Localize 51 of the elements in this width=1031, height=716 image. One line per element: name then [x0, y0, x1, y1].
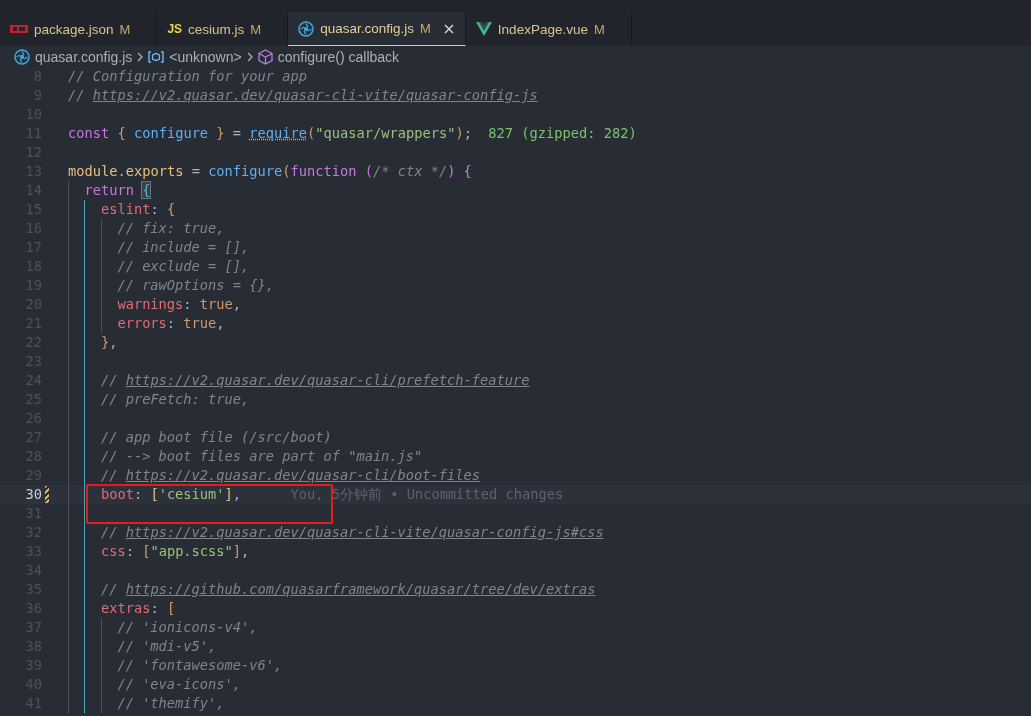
v-logo-icon	[475, 22, 492, 36]
code-line: // 'fontawesome-v6',	[117, 656, 283, 675]
code-line: // include = [],	[117, 238, 250, 257]
code-line: // app boot file (/src/boot)	[100, 428, 332, 447]
tab-label: IndexPage.vue	[497, 21, 588, 37]
js-file-icon: JS	[167, 22, 183, 36]
variable-icon	[148, 50, 165, 63]
code-line: },	[100, 333, 118, 352]
code-line: // 'eva-icons',	[117, 675, 241, 694]
code-line: // 'themify',	[117, 694, 225, 713]
swirl-icon	[14, 48, 30, 65]
code-line: // https://v2.quasar.dev/quasar-cli/prefetch-feature	[100, 371, 530, 390]
tab-label: cesium.js	[188, 21, 245, 37]
code-line: boot: ['cesium'],	[100, 485, 242, 504]
code-line: // Configuration for your app	[68, 67, 307, 86]
code-line: module.exports = configure(function (/* ctx */) {	[68, 162, 472, 181]
code-line: const { configure } = require("quasar/wrappers");	[68, 124, 472, 143]
modified-indicator: M	[593, 21, 605, 37]
chevron-icon	[245, 51, 254, 62]
tab-label: quasar.config.js	[320, 21, 414, 36]
code-line: errors: true,	[117, 314, 225, 333]
line-number: 30	[25, 485, 42, 504]
code-line: // --> boot files are part of "main.js"	[100, 447, 423, 466]
code-line: // rawOptions = {},	[117, 276, 274, 295]
code-line: // preFetch: true,	[100, 390, 250, 409]
breadcrumb-item[interactable]: configure() callback	[277, 48, 400, 65]
code-line: // 'mdi-v5',	[117, 637, 217, 656]
package-icon	[10, 25, 28, 33]
modified-indicator: M	[250, 21, 262, 37]
code-line: // https://v2.quasar.dev/quasar-cli-vite/quasar-config-js	[68, 86, 538, 105]
tab-label: package.json	[34, 21, 114, 37]
code-line: // https://github.com/quasarframework/quasar/tree/dev/extras	[100, 580, 596, 599]
code-line: // https://v2.quasar.dev/quasar-cli/boot-files	[100, 466, 481, 485]
code-line: eslint: {	[100, 200, 176, 219]
code-line: // exclude = [],	[117, 257, 250, 276]
code-line: warnings: true,	[117, 295, 242, 314]
swirl-icon	[298, 20, 315, 37]
breadcrumb-item[interactable]: <unknown>	[169, 48, 242, 65]
code-line: // fix: true,	[117, 219, 225, 238]
import-size-label: 827 (gzipped: 282)	[488, 124, 637, 143]
modified-indicator: M	[119, 21, 131, 37]
breadcrumb-item[interactable]: quasar.config.js	[35, 48, 133, 65]
code-line: // 'ionicons-v4',	[117, 618, 258, 637]
modified-indicator: M	[420, 21, 431, 36]
code-line: extras: [	[100, 599, 176, 618]
code-line: css: ["app.scss"],	[100, 542, 250, 561]
editor-tab[interactable]: quasar.config.js M	[288, 12, 466, 46]
cube-icon	[257, 48, 273, 65]
code-line: return {	[84, 181, 151, 200]
chevron-icon	[136, 51, 145, 62]
code-line: // https://v2.quasar.dev/quasar-cli-vite/quasar-config-js#css	[100, 523, 604, 542]
